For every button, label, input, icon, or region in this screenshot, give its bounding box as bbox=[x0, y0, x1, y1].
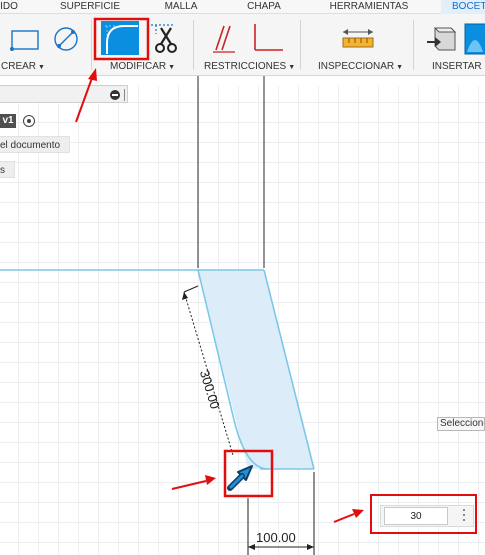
highlight-fillet-input bbox=[370, 494, 477, 534]
annotation-arrow bbox=[171, 480, 207, 490]
annotation-arrow bbox=[333, 513, 355, 523]
sketch-geometry bbox=[0, 17, 364, 555]
annotation-arrowhead bbox=[205, 475, 216, 485]
dimension-arrow bbox=[248, 544, 255, 550]
sketch-profile[interactable] bbox=[198, 270, 314, 469]
highlight-fillet-tool bbox=[93, 17, 150, 61]
dimension-arrow bbox=[182, 292, 188, 300]
fillet-drag-handle-icon[interactable] bbox=[227, 465, 253, 491]
dimension-extension bbox=[183, 285, 199, 293]
annotation-arrowhead bbox=[88, 68, 97, 81]
status-tooltip: Seleccione bbox=[437, 417, 485, 431]
dimension-value-bottom[interactable]: 100.00 bbox=[256, 530, 296, 545]
annotation-arrow bbox=[75, 77, 93, 123]
dimension-arrow bbox=[307, 544, 314, 550]
